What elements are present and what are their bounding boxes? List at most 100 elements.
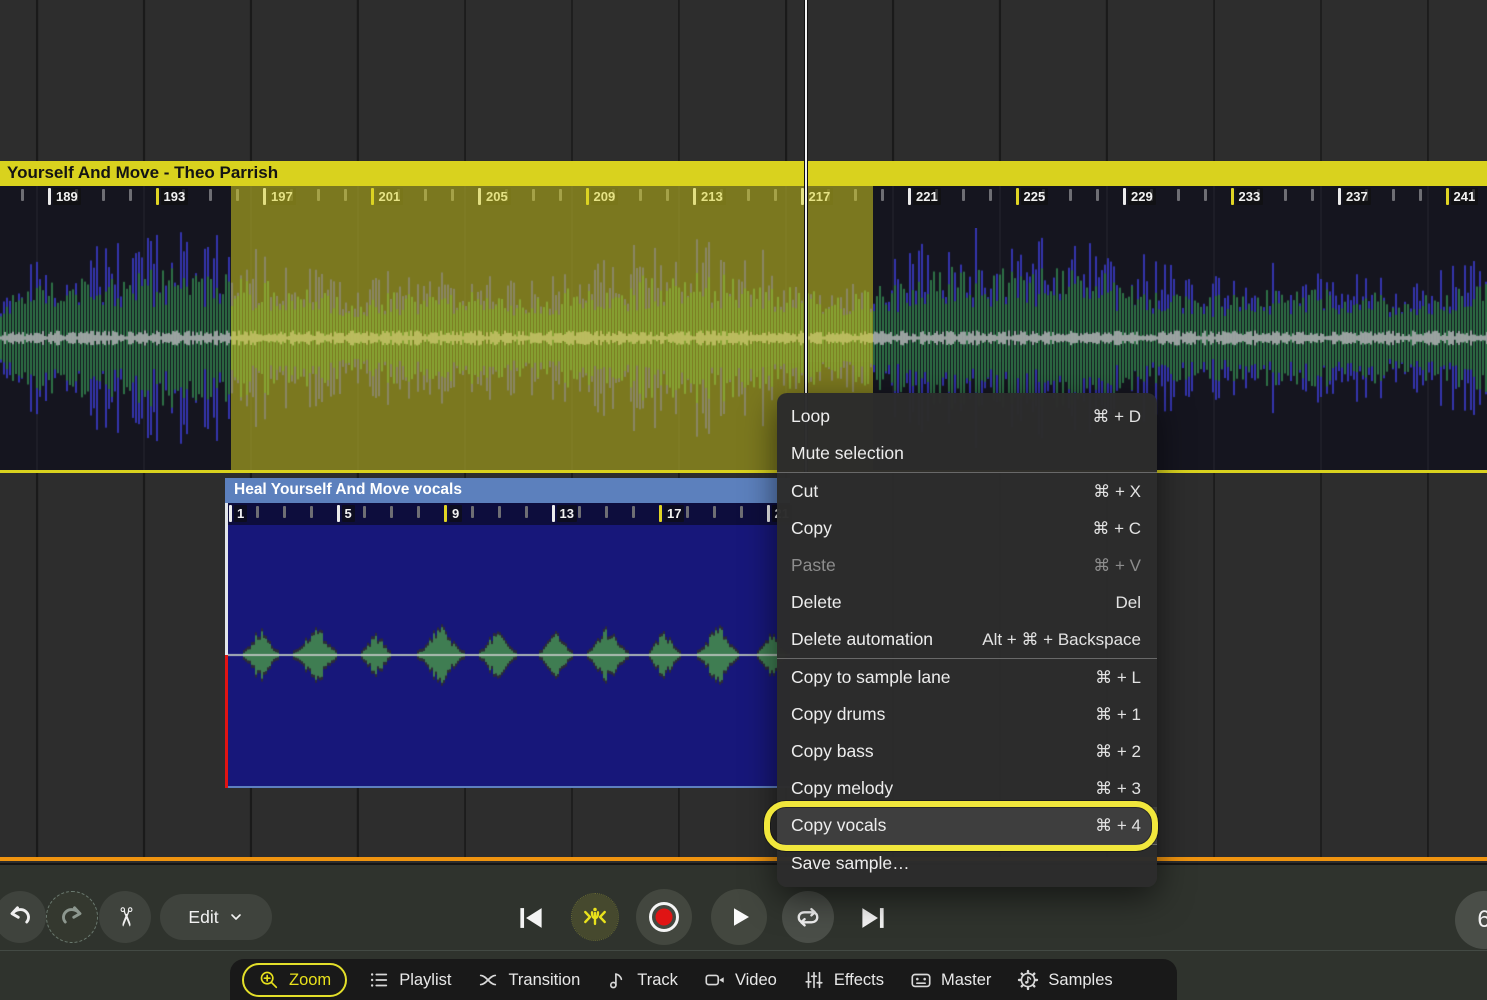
ruler-minor-tick: [363, 506, 366, 518]
record-button[interactable]: [636, 889, 692, 945]
ruler-minor-tick: [713, 506, 716, 518]
menu-shortcut: Alt + ⌘ + Backspace: [982, 630, 1141, 650]
menu-shortcut: ⌘ + C: [1092, 519, 1141, 539]
tab-master[interactable]: Master: [897, 959, 1004, 1000]
menu-item-copy[interactable]: Copy ⌘ + C: [777, 510, 1157, 547]
ruler-bar-number: 237: [1343, 188, 1371, 205]
vocal-sample-clip[interactable]: Heal Yourself And Move vocals 159131721: [225, 478, 790, 790]
menu-item-mute-selection[interactable]: Mute selection: [777, 435, 1157, 472]
ruler-minor-tick: [1284, 189, 1287, 201]
ruler-bar-number: 17: [664, 505, 684, 522]
ruler-bar-tick: [156, 188, 159, 205]
menu-item-cut[interactable]: Cut ⌘ + X: [777, 473, 1157, 510]
tab-video[interactable]: Video: [691, 959, 790, 1000]
clip-edge-handle-bottom[interactable]: [225, 655, 228, 788]
skip-forward-icon: [856, 901, 890, 935]
menu-item-delete-automation[interactable]: Delete automation Alt + ⌘ + Backspace: [777, 621, 1157, 658]
ruler-minor-tick: [417, 506, 420, 518]
menu-shortcut: ⌘ + 4: [1095, 816, 1141, 836]
bar-ruler-vocal[interactable]: 159131721: [225, 503, 790, 525]
repeat-icon: [793, 902, 823, 932]
menu-item-loop[interactable]: Loop ⌘ + D: [777, 398, 1157, 435]
menu-label: Save sample…: [791, 853, 910, 874]
record-icon: [644, 897, 684, 937]
ruler-minor-tick: [256, 506, 259, 518]
ruler-minor-tick: [310, 506, 313, 518]
ruler-bar-tick: [659, 505, 662, 522]
ruler-minor-tick: [21, 189, 24, 201]
edit-menu-button[interactable]: Edit: [160, 894, 272, 940]
ruler-minor-tick: [102, 189, 105, 201]
play-button[interactable]: [711, 889, 767, 945]
skip-to-start-button[interactable]: [512, 899, 550, 937]
menu-label: Delete: [791, 592, 842, 613]
menu-item-copy-vocals[interactable]: Copy vocals ⌘ + 4: [777, 807, 1157, 844]
ruler-minor-tick: [1392, 189, 1395, 201]
track-title-bar[interactable]: Yourself And Move - Theo Parrish: [0, 161, 1487, 186]
undo-icon: [5, 902, 35, 932]
ruler-minor-tick: [1204, 189, 1207, 201]
skip-back-icon: [514, 901, 548, 935]
menu-label: Copy to sample lane: [791, 667, 951, 688]
menu-shortcut: ⌘ + X: [1093, 482, 1141, 502]
vocal-clip-body[interactable]: [225, 525, 790, 788]
ruler-minor-tick: [605, 506, 608, 518]
redo-icon: [57, 902, 87, 932]
ruler-minor-tick: [989, 189, 992, 201]
ruler-minor-tick: [632, 506, 635, 518]
ruler-bar-tick: [1231, 188, 1234, 205]
menu-label: Cut: [791, 481, 818, 502]
redo-button[interactable]: [46, 891, 98, 943]
ruler-bar-number: 1: [234, 505, 247, 522]
ruler-bar-tick: [229, 505, 232, 522]
ruler-bar-tick: [1123, 188, 1126, 205]
smart-transition-icon: [580, 902, 610, 932]
loop-playback-button[interactable]: [782, 891, 834, 943]
menu-item-copy-drums[interactable]: Copy drums ⌘ + 1: [777, 696, 1157, 733]
tab-video-label: Video: [735, 971, 777, 990]
skip-to-end-button[interactable]: [854, 899, 892, 937]
tab-track[interactable]: Track: [593, 959, 691, 1000]
menu-divider: [777, 472, 1157, 473]
menu-item-delete[interactable]: Delete Del: [777, 584, 1157, 621]
ruler-minor-tick: [1177, 189, 1180, 201]
ruler-bar-number: 13: [557, 505, 577, 522]
cut-button[interactable]: ✂: [99, 891, 151, 943]
ruler-bar-number: 225: [1021, 188, 1049, 205]
ruler-bar-number: 241: [1451, 188, 1479, 205]
waveform-vocal: [225, 610, 790, 700]
tab-transition[interactable]: Transition: [464, 959, 593, 1000]
clip-edge-handle-top[interactable]: [225, 503, 228, 655]
ruler-bar-tick: [1016, 188, 1019, 205]
tab-effects[interactable]: Effects: [790, 959, 897, 1000]
menu-shortcut: ⌘ + 1: [1095, 705, 1141, 725]
menu-item-save-sample[interactable]: Save sample…: [777, 845, 1157, 882]
ruler-bar-tick: [767, 505, 770, 522]
ruler-bar-tick: [1338, 188, 1341, 205]
tab-zoom[interactable]: Zoom: [242, 963, 347, 997]
menu-shortcut: ⌘ + L: [1095, 668, 1141, 688]
ruler-minor-tick: [1311, 189, 1314, 201]
menu-label: Delete automation: [791, 629, 933, 650]
tab-samples[interactable]: Samples: [1004, 959, 1125, 1000]
context-menu: Loop ⌘ + D Mute selection Cut ⌘ + X Copy…: [777, 393, 1157, 887]
tab-samples-label: Samples: [1048, 971, 1112, 990]
menu-item-copy-melody[interactable]: Copy melody ⌘ + 3: [777, 770, 1157, 807]
tab-playlist[interactable]: Playlist: [355, 959, 464, 1000]
ruler-bar-tick: [1446, 188, 1449, 205]
ruler-minor-tick: [1419, 189, 1422, 201]
smart-transition-button[interactable]: [572, 894, 618, 940]
vocal-clip-title-bar[interactable]: Heal Yourself And Move vocals: [225, 478, 790, 503]
partial-right-button[interactable]: 6: [1455, 891, 1487, 949]
ruler-bar-tick: [444, 505, 447, 522]
audio-track-lane[interactable]: 1891931972012052092132172212252292332372…: [0, 186, 1487, 470]
menu-shortcut: ⌘ + 3: [1095, 779, 1141, 799]
menu-item-copy-to-sample-lane[interactable]: Copy to sample lane ⌘ + L: [777, 659, 1157, 696]
bottom-bar: Zoom Playlist Transition: [0, 950, 1487, 1000]
menu-item-copy-bass[interactable]: Copy bass ⌘ + 2: [777, 733, 1157, 770]
undo-button[interactable]: [0, 891, 46, 943]
ruler-minor-tick: [1096, 189, 1099, 201]
menu-item-paste: Paste ⌘ + V: [777, 547, 1157, 584]
menu-shortcut: ⌘ + V: [1093, 556, 1141, 576]
video-camera-icon: [704, 969, 726, 991]
